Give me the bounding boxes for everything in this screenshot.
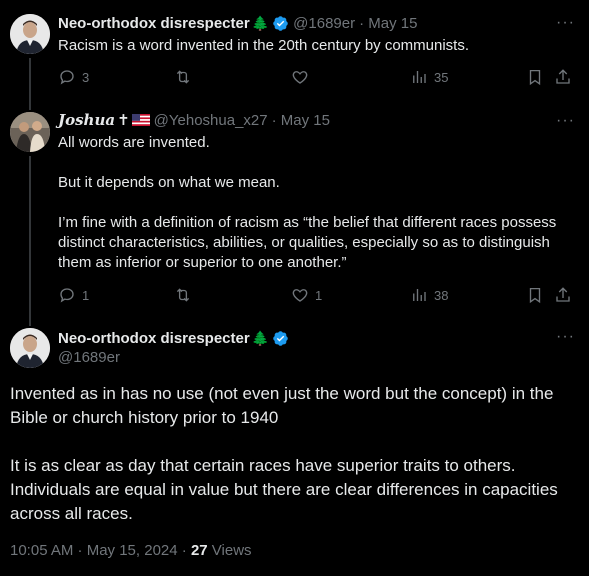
avatar[interactable] [10,328,50,368]
more-options-icon[interactable]: ··· [556,14,575,32]
avatar[interactable] [10,14,50,54]
handle[interactable]: @1689er [58,348,289,368]
tweet-1: Neo-orthodox disrespecter 🌲 @1689er · Ma… [0,0,589,108]
cross-emoji: ✝ [117,112,130,129]
tweet-paragraph: It is as clear as day that certain races… [10,456,558,523]
reply-icon [60,70,74,85]
views-button[interactable]: 35 [410,68,448,86]
author-block: Neo-orthodox disrespecter 🌲 @1689er [58,328,289,368]
tweet-header: Neo-orthodox disrespecter 🌲 @1689er · Ma… [58,13,549,33]
display-name[interactable]: Neo-orthodox disrespecter [58,330,250,347]
main-tweet-text: Invented as in has no use (not even just… [10,382,575,526]
like-button[interactable] [291,68,315,86]
tweet-date[interactable]: · May 15 [272,112,330,129]
views-label: Views [207,542,252,559]
tweet-header: Joshua ✝ @Yehoshua_x27 · May 15 [58,110,549,130]
views-chart-icon [413,71,426,83]
tweet-text: All words are invented. But it depends o… [58,133,569,273]
views-count: 38 [434,287,449,303]
bookmark-button[interactable] [526,286,550,304]
action-bar: 3 35 [58,68,573,88]
reply-icon [60,288,74,303]
main-tweet: Neo-orthodox disrespecter 🌲 @1689er ··· … [0,314,589,576]
tweet-2: Joshua ✝ @Yehoshua_x27 · May 15 ··· All … [0,104,589,322]
thread-line-top [29,314,31,326]
action-bar: 1 1 38 [58,286,573,306]
handle[interactable]: @1689er [293,15,355,32]
tweet-text: Racism is a word invented in the 20th ce… [58,37,470,54]
bookmark-icon [529,287,541,304]
handle[interactable]: @Yehoshua_x27 [154,112,268,129]
reply-count: 1 [82,287,90,303]
like-count: 1 [315,287,323,303]
more-options-icon[interactable]: ··· [556,328,575,346]
tweet-paragraph: Invented as in has no use (not even just… [10,384,554,427]
views-count: 35 [434,69,449,85]
thread-line [29,58,31,108]
display-name[interactable]: Neo-orthodox disrespecter [58,15,250,32]
verified-badge-icon [273,15,288,31]
thread-line-top [29,104,31,110]
views-count: 27 [190,542,208,559]
tweet-paragraph: All words are invented. [58,134,210,151]
tweet-meta: 10:05 AM · May 15, 2024 · 27 Views [10,542,252,559]
views-chart-icon [413,289,426,301]
tweet-date[interactable]: · May 15 [359,15,417,32]
views-button[interactable]: 38 [410,286,448,304]
thread-line [29,156,31,322]
heart-icon [292,289,308,302]
retweet-icon [176,288,190,302]
verified-badge-icon [273,330,288,346]
reply-button[interactable]: 1 [58,286,89,304]
avatar[interactable] [10,112,50,152]
like-button[interactable]: 1 [291,286,322,304]
retweet-button[interactable] [174,286,198,304]
tweet-paragraph: I’m fine with a definition of racism as … [58,214,557,271]
bookmark-button[interactable] [526,68,550,86]
bookmark-icon [529,69,541,86]
tree-emoji: 🌲 [251,14,270,31]
share-button[interactable] [554,68,578,86]
heart-icon [292,71,308,84]
retweet-icon [176,70,190,84]
share-icon [556,69,570,84]
more-options-icon[interactable]: ··· [556,112,575,130]
display-name[interactable]: Joshua [58,111,115,129]
share-button[interactable] [554,286,578,304]
us-flag-icon [131,114,150,126]
reply-button[interactable]: 3 [58,68,89,86]
tree-emoji: 🌲 [251,329,270,346]
share-icon [556,287,570,302]
reply-count: 3 [82,69,90,85]
timestamp[interactable]: 10:05 AM · May 15, 2024 · [10,542,191,559]
tweet-paragraph: But it depends on what we mean. [58,174,280,191]
retweet-button[interactable] [174,68,198,86]
